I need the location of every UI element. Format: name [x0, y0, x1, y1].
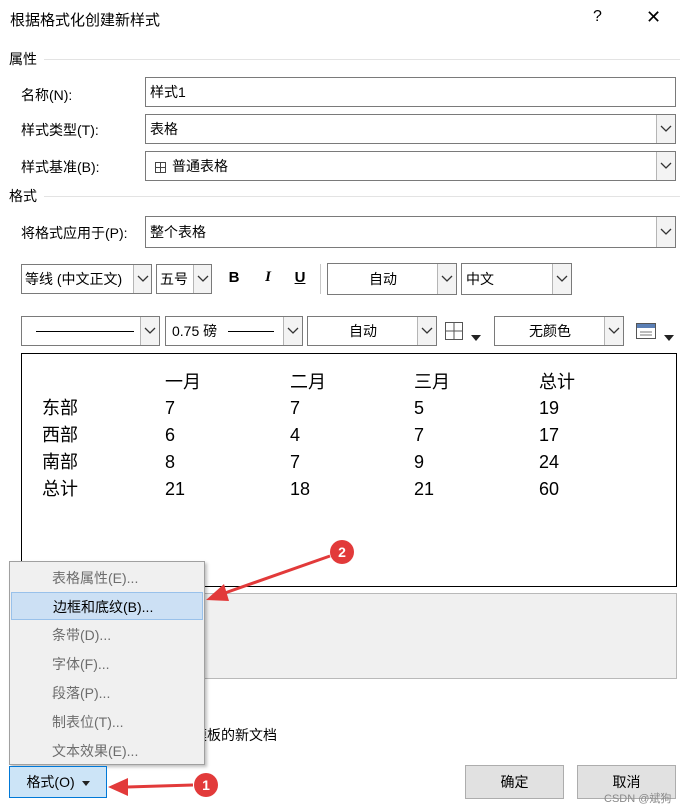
watermark: CSDN @斌狗: [604, 793, 672, 805]
annotation-overlay: [108, 540, 354, 797]
annotation-arrowhead-2: [206, 584, 229, 601]
annotation-arrow-1: [124, 783, 194, 789]
annotation-arrow-2: [221, 554, 331, 596]
annotation-arrowhead-1: [108, 778, 128, 796]
annotation-marker-1: 1: [202, 777, 210, 793]
annotation-marker-2: 2: [338, 544, 346, 560]
